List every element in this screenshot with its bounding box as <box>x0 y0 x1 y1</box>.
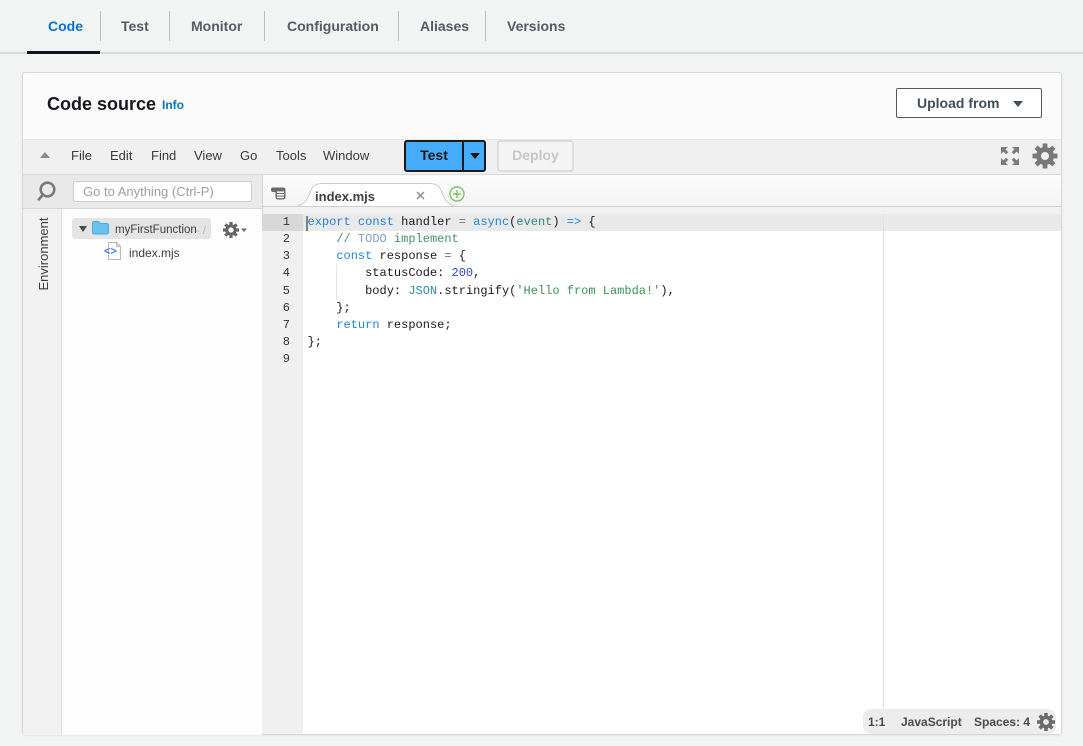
svg-text:<>: <> <box>104 246 117 258</box>
